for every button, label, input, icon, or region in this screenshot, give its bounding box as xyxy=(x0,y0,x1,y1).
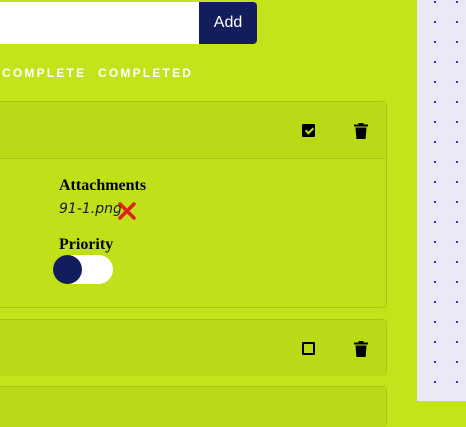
priority-toggle[interactable] xyxy=(53,255,113,284)
trash-icon[interactable] xyxy=(354,341,368,357)
priority-toggle-knob xyxy=(53,255,82,284)
new-task-input[interactable] xyxy=(0,2,199,44)
add-button[interactable]: Add xyxy=(199,2,257,44)
filter-tab-completed[interactable]: COMPLETED xyxy=(98,66,193,80)
attachments-heading: Attachments xyxy=(59,177,147,194)
trash-icon[interactable] xyxy=(354,123,368,139)
task-card xyxy=(0,386,387,427)
checkbox-checked-icon[interactable] xyxy=(302,124,315,137)
dotted-background-panel xyxy=(417,0,466,401)
filter-tab-complete[interactable]: COMPLETE xyxy=(2,66,86,80)
priority-heading: Priority xyxy=(59,236,114,253)
red-x-icon[interactable] xyxy=(117,201,137,221)
task-card xyxy=(0,319,387,376)
task-card-header[interactable] xyxy=(0,102,386,159)
task-card-header[interactable] xyxy=(0,387,386,427)
attachment-file-link[interactable]: 91-1.png xyxy=(59,201,122,217)
task-card-header[interactable] xyxy=(0,320,386,376)
checkbox-empty-icon[interactable] xyxy=(302,342,315,355)
